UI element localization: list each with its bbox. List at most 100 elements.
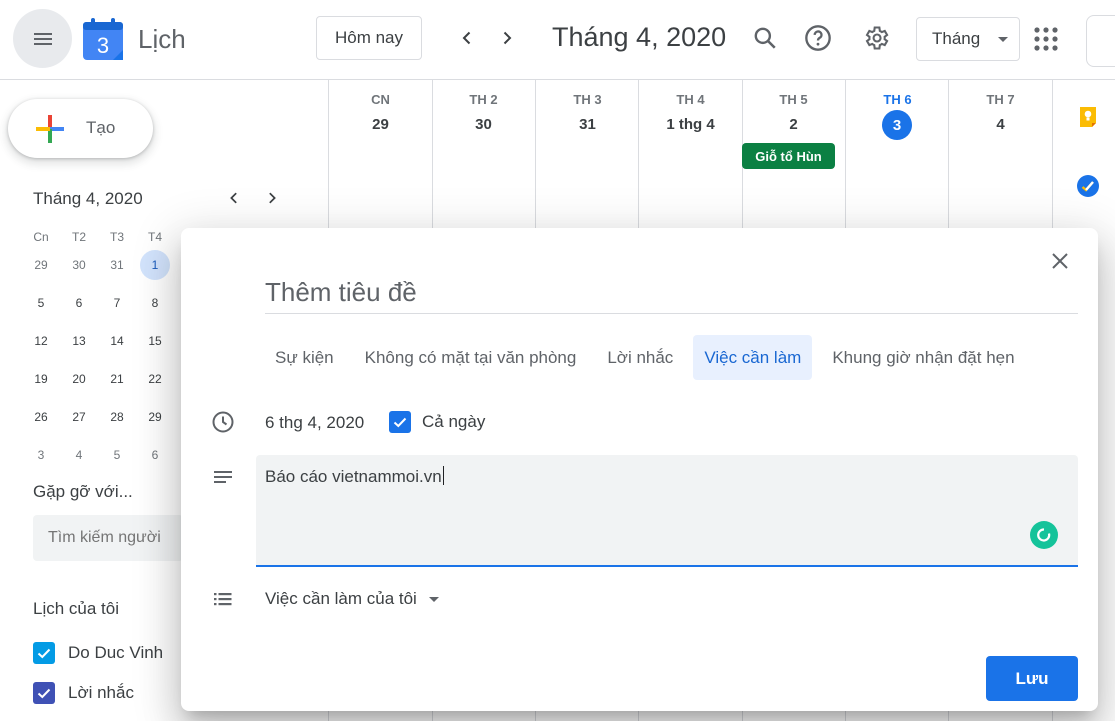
title-input[interactable] [265,272,1078,314]
day-header[interactable]: TH 4 1 thg 4 [639,92,742,134]
day-of-week: TH 2 [469,92,498,107]
save-button[interactable]: Lưu [986,656,1078,701]
create-label: Tạo [86,118,116,137]
mini-day[interactable]: 29 [136,402,174,440]
tab-appointment-slots[interactable]: Khung giờ nhận đặt hẹn [821,335,1025,380]
grammarly-icon[interactable] [1030,521,1058,549]
mini-day[interactable]: 5 [22,288,60,326]
mini-day[interactable]: 14 [98,326,136,364]
apps-grid-icon [1034,27,1058,51]
chevron-right-icon [269,192,276,204]
mini-day[interactable]: 30 [60,250,98,288]
calendar-checkbox[interactable] [33,682,55,704]
close-icon [1052,253,1068,269]
mini-day[interactable]: 13 [60,326,98,364]
mini-calendar-week: 3 4 5 6 [22,440,174,478]
prev-week-button[interactable] [453,24,481,52]
mini-prev-month-button[interactable] [223,187,245,209]
task-list-icon [211,587,235,611]
all-day-checkbox[interactable] [389,411,411,433]
mini-next-month-button[interactable] [261,187,283,209]
mini-day[interactable]: 5 [98,440,136,478]
next-week-button[interactable] [493,24,521,52]
google-apps-button[interactable] [1033,26,1059,52]
weekday-label: T3 [109,230,124,244]
logo-digit: 3 [97,33,109,58]
mini-day[interactable]: 7 [98,288,136,326]
meet-with-title: Gặp gỡ với... [33,482,133,501]
mini-day[interactable]: 20 [60,364,98,402]
task-list-name: Việc cần làm của tôi [265,589,417,608]
check-icon [393,417,407,428]
mini-day[interactable]: 15 [136,326,174,364]
day-header[interactable]: TH 3 31 [536,92,639,134]
calendar-checkbox[interactable] [33,642,55,664]
mini-day[interactable]: 27 [60,402,98,440]
view-selector[interactable]: Tháng [916,17,1020,61]
mini-day[interactable]: 21 [98,364,136,402]
day-header[interactable]: CN 29 [329,92,432,134]
gear-icon [865,26,889,50]
day-header[interactable]: TH 5 2 [742,92,845,134]
today-date-badge[interactable]: 3 [882,110,912,140]
mini-day[interactable]: 4 [60,440,98,478]
check-icon [37,688,51,699]
event-type-tabs: Sự kiện Không có mặt tại văn phòng Lời n… [264,335,1035,380]
tab-out-of-office[interactable]: Không có mặt tại văn phòng [354,335,588,380]
day-of-week: CN [371,92,390,107]
day-header[interactable]: TH 7 4 [949,92,1052,134]
calendar-item-do-duc-vinh[interactable]: Do Duc Vinh [33,641,163,665]
task-create-dialog: Sự kiện Không có mặt tại văn phòng Lời n… [181,228,1098,711]
mini-day[interactable]: 8 [136,288,174,326]
settings-button[interactable] [860,22,892,54]
mini-day[interactable]: 12 [22,326,60,364]
calendar-logo-icon[interactable]: 3 [83,18,123,60]
tab-reminder[interactable]: Lời nhắc [596,335,684,380]
weekday-label: T4 [147,230,162,244]
account-button[interactable] [1086,15,1115,67]
mini-calendar-week: 5 6 7 8 [22,288,174,326]
day-header-today[interactable]: TH 6 [846,92,949,108]
mini-day[interactable]: 3 [22,440,60,478]
calendar-item-reminders[interactable]: Lời nhắc [33,681,134,705]
main-menu-button[interactable] [13,9,72,68]
app-title: Lịch [138,24,186,54]
keep-icon[interactable] [1076,104,1100,128]
task-date-selector[interactable]: 6 thg 4, 2020 [265,413,364,433]
holiday-event-chip[interactable]: Giỗ tổ Hùn [742,143,835,169]
tab-event[interactable]: Sự kiện [264,335,345,380]
people-search-input[interactable] [33,515,183,561]
weekday-label: T2 [71,230,86,244]
mini-calendar-weekdays: Cn T2 T3 T4 [22,224,174,250]
today-button[interactable]: Hôm nay [316,16,422,60]
day-of-week: TH 7 [986,92,1015,107]
description-textarea[interactable]: Báo cáo vietnammoi.vn [256,455,1078,567]
create-button[interactable]: Tạo [8,99,153,158]
chevron-left-icon [462,31,471,45]
mini-day[interactable]: 26 [22,402,60,440]
tasks-icon[interactable] [1076,174,1100,198]
mini-calendar-week: 19 20 21 22 [22,364,174,402]
mini-day[interactable]: 28 [98,402,136,440]
task-list-selector[interactable]: Việc cần làm của tôi [265,589,439,609]
help-button[interactable] [802,22,834,54]
help-icon [805,25,831,51]
mini-day[interactable]: 22 [136,364,174,402]
view-selector-label: Tháng [932,29,981,48]
mini-day[interactable]: 6 [60,288,98,326]
search-button[interactable] [749,22,781,54]
tab-task[interactable]: Việc cần làm [693,335,813,380]
all-day-label: Cả ngày [422,412,486,431]
close-dialog-button[interactable] [1047,248,1073,274]
mini-day[interactable]: 6 [136,440,174,478]
mini-calendar-title: Tháng 4, 2020 [33,189,143,208]
all-day-toggle[interactable]: Cả ngày [389,411,485,433]
hamburger-icon [33,32,52,45]
mini-day[interactable]: 19 [22,364,60,402]
mini-day-selected[interactable]: 1 [136,250,174,288]
day-of-week: TH 6 [883,92,912,107]
mini-calendar-week: 29 30 31 1 [22,250,174,288]
mini-day[interactable]: 29 [22,250,60,288]
mini-day[interactable]: 31 [98,250,136,288]
day-header[interactable]: TH 2 30 [432,92,535,134]
